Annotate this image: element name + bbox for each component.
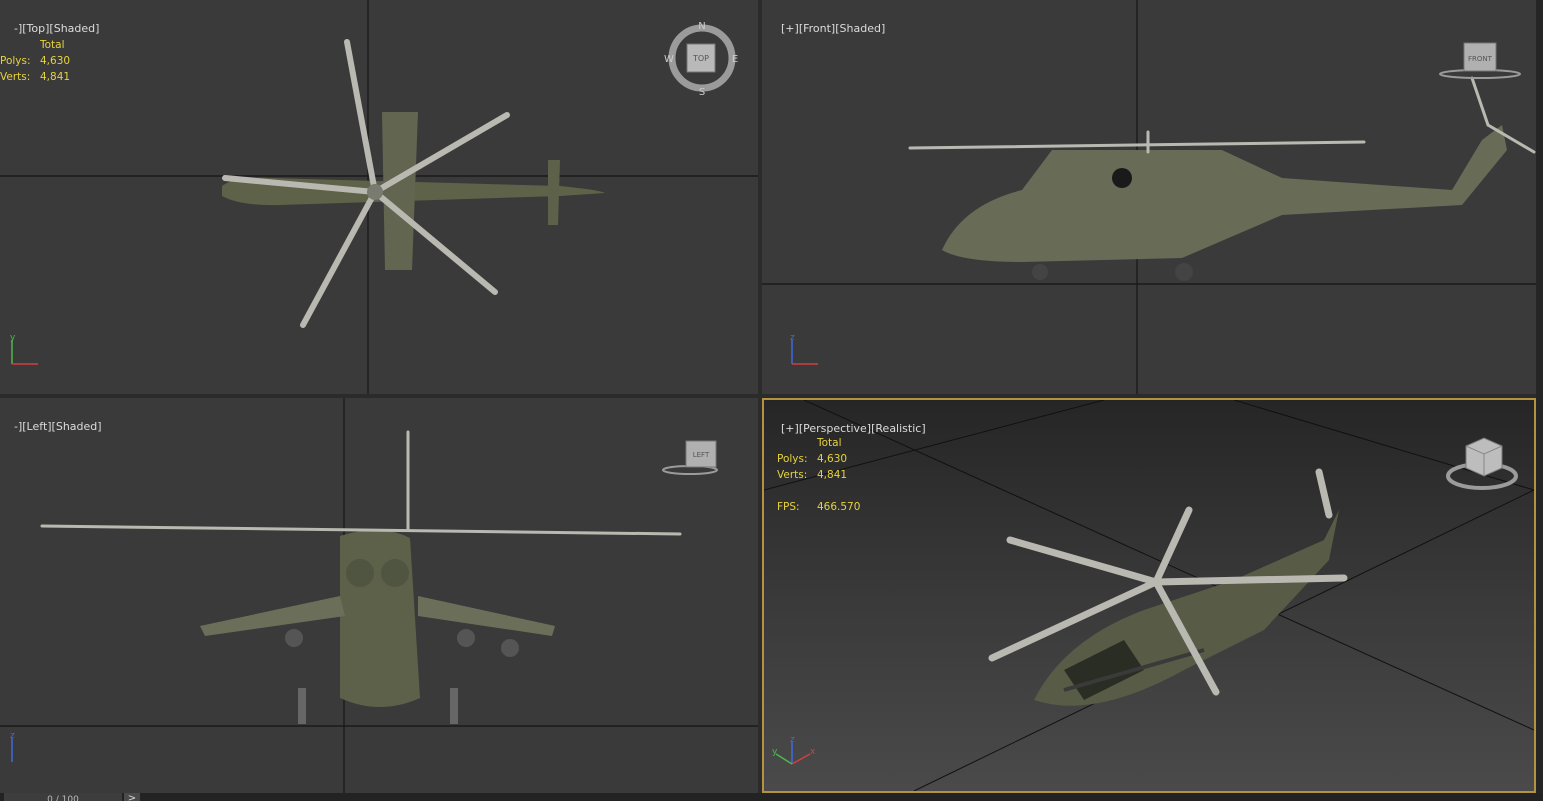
time-slider[interactable]: 0 / 100: [4, 793, 122, 801]
verts-value: 4,841: [40, 71, 71, 83]
viewcube-face-front[interactable]: FRONT: [1468, 55, 1493, 63]
stats-overlay: Total Polys: 4,630 Verts: 4,841 FPS: 466.57…: [777, 435, 860, 515]
top-view-model: [0, 0, 758, 394]
axis-y-label: y: [10, 333, 16, 343]
front-view-model: [762, 0, 1536, 394]
helicopter-left-body: [200, 529, 555, 724]
viewcube-top[interactable]: TOP N S E W: [662, 18, 742, 98]
next-frame-button[interactable]: >: [124, 793, 140, 801]
viewport-shading-menu[interactable]: [Shaded]: [835, 22, 885, 35]
viewport-view-menu[interactable]: [Perspective]: [799, 422, 871, 435]
helicopter-front-body: [942, 125, 1507, 281]
fps-value: 466.570: [817, 501, 861, 513]
viewcube-left[interactable]: LEFT: [660, 438, 720, 478]
stats-header: Total: [40, 39, 65, 51]
perspective-view-model: [764, 400, 1534, 791]
axis-y-label: y: [772, 747, 778, 757]
helicopter-top-body: [222, 112, 605, 270]
stats-header: Total: [817, 437, 842, 449]
viewcube-front[interactable]: FRONT: [1436, 40, 1526, 90]
axis-x-label: x: [810, 747, 816, 757]
viewcube-perspective[interactable]: [1444, 432, 1524, 498]
viewport-view-menu[interactable]: [Top]: [22, 22, 49, 35]
axis-gizmo: z: [790, 333, 818, 365]
polys-label: Polys:: [0, 55, 31, 67]
viewport-label[interactable]: -][Left][Shaded]: [0, 407, 102, 446]
compass-east: E: [732, 54, 738, 65]
verts-value: 4,841: [817, 469, 848, 481]
verts-label: Verts:: [777, 469, 808, 481]
fps-label: FPS:: [777, 501, 800, 513]
verts-label: Verts:: [0, 71, 31, 83]
rotor-blades-left: [40, 430, 682, 536]
viewport-left[interactable]: -][Left][Shaded] LEFT z: [0, 398, 758, 793]
viewcube-face-left[interactable]: LEFT: [693, 451, 710, 459]
polys-label: Polys:: [777, 453, 808, 465]
helicopter-perspective-body: [1034, 510, 1339, 706]
compass-west: W: [664, 54, 674, 65]
viewport-view-menu[interactable]: [Front]: [799, 22, 835, 35]
viewport-perspective[interactable]: [+][Perspective][Realistic] Total Polys:…: [762, 398, 1536, 793]
left-view-model: [0, 398, 758, 793]
axis-gizmo: z x y: [772, 735, 816, 765]
time-slider-bar[interactable]: 0 / 100 >: [0, 793, 1543, 801]
viewport-menu-plus[interactable]: [+]: [781, 422, 799, 435]
viewport-front[interactable]: [+][Front][Shaded] FRONT z: [762, 0, 1536, 394]
axis-z-label: z: [790, 735, 795, 745]
compass-north: N: [698, 21, 705, 32]
polys-value: 4,630: [40, 55, 71, 67]
viewport-splitter-horizontal[interactable]: [0, 394, 1543, 398]
viewport-shading-menu[interactable]: [Realistic]: [871, 422, 926, 435]
viewport-shading-menu[interactable]: [Shaded]: [49, 22, 99, 35]
viewport-label[interactable]: [+][Front][Shaded]: [767, 9, 885, 48]
viewport-view-menu[interactable]: [Left]: [22, 420, 51, 433]
right-panel-edge: [1536, 0, 1543, 793]
viewport-menu-plus[interactable]: [+]: [781, 22, 799, 35]
compass-south: S: [699, 87, 705, 98]
viewcube-face-top[interactable]: TOP: [692, 54, 709, 63]
viewport-top[interactable]: -][Top][Shaded] Total Polys: 4,630 Verts:…: [0, 0, 758, 394]
viewport-shading-menu[interactable]: [Shaded]: [52, 420, 102, 433]
axis-z-label: z: [10, 731, 15, 741]
polys-value: 4,630: [817, 453, 848, 465]
axis-gizmo: z: [10, 731, 15, 762]
axis-gizmo: y: [10, 333, 38, 365]
axis-z-label: z: [790, 333, 795, 343]
stats-overlay: Total Polys: 4,630 Verts: 4,841: [0, 37, 70, 85]
